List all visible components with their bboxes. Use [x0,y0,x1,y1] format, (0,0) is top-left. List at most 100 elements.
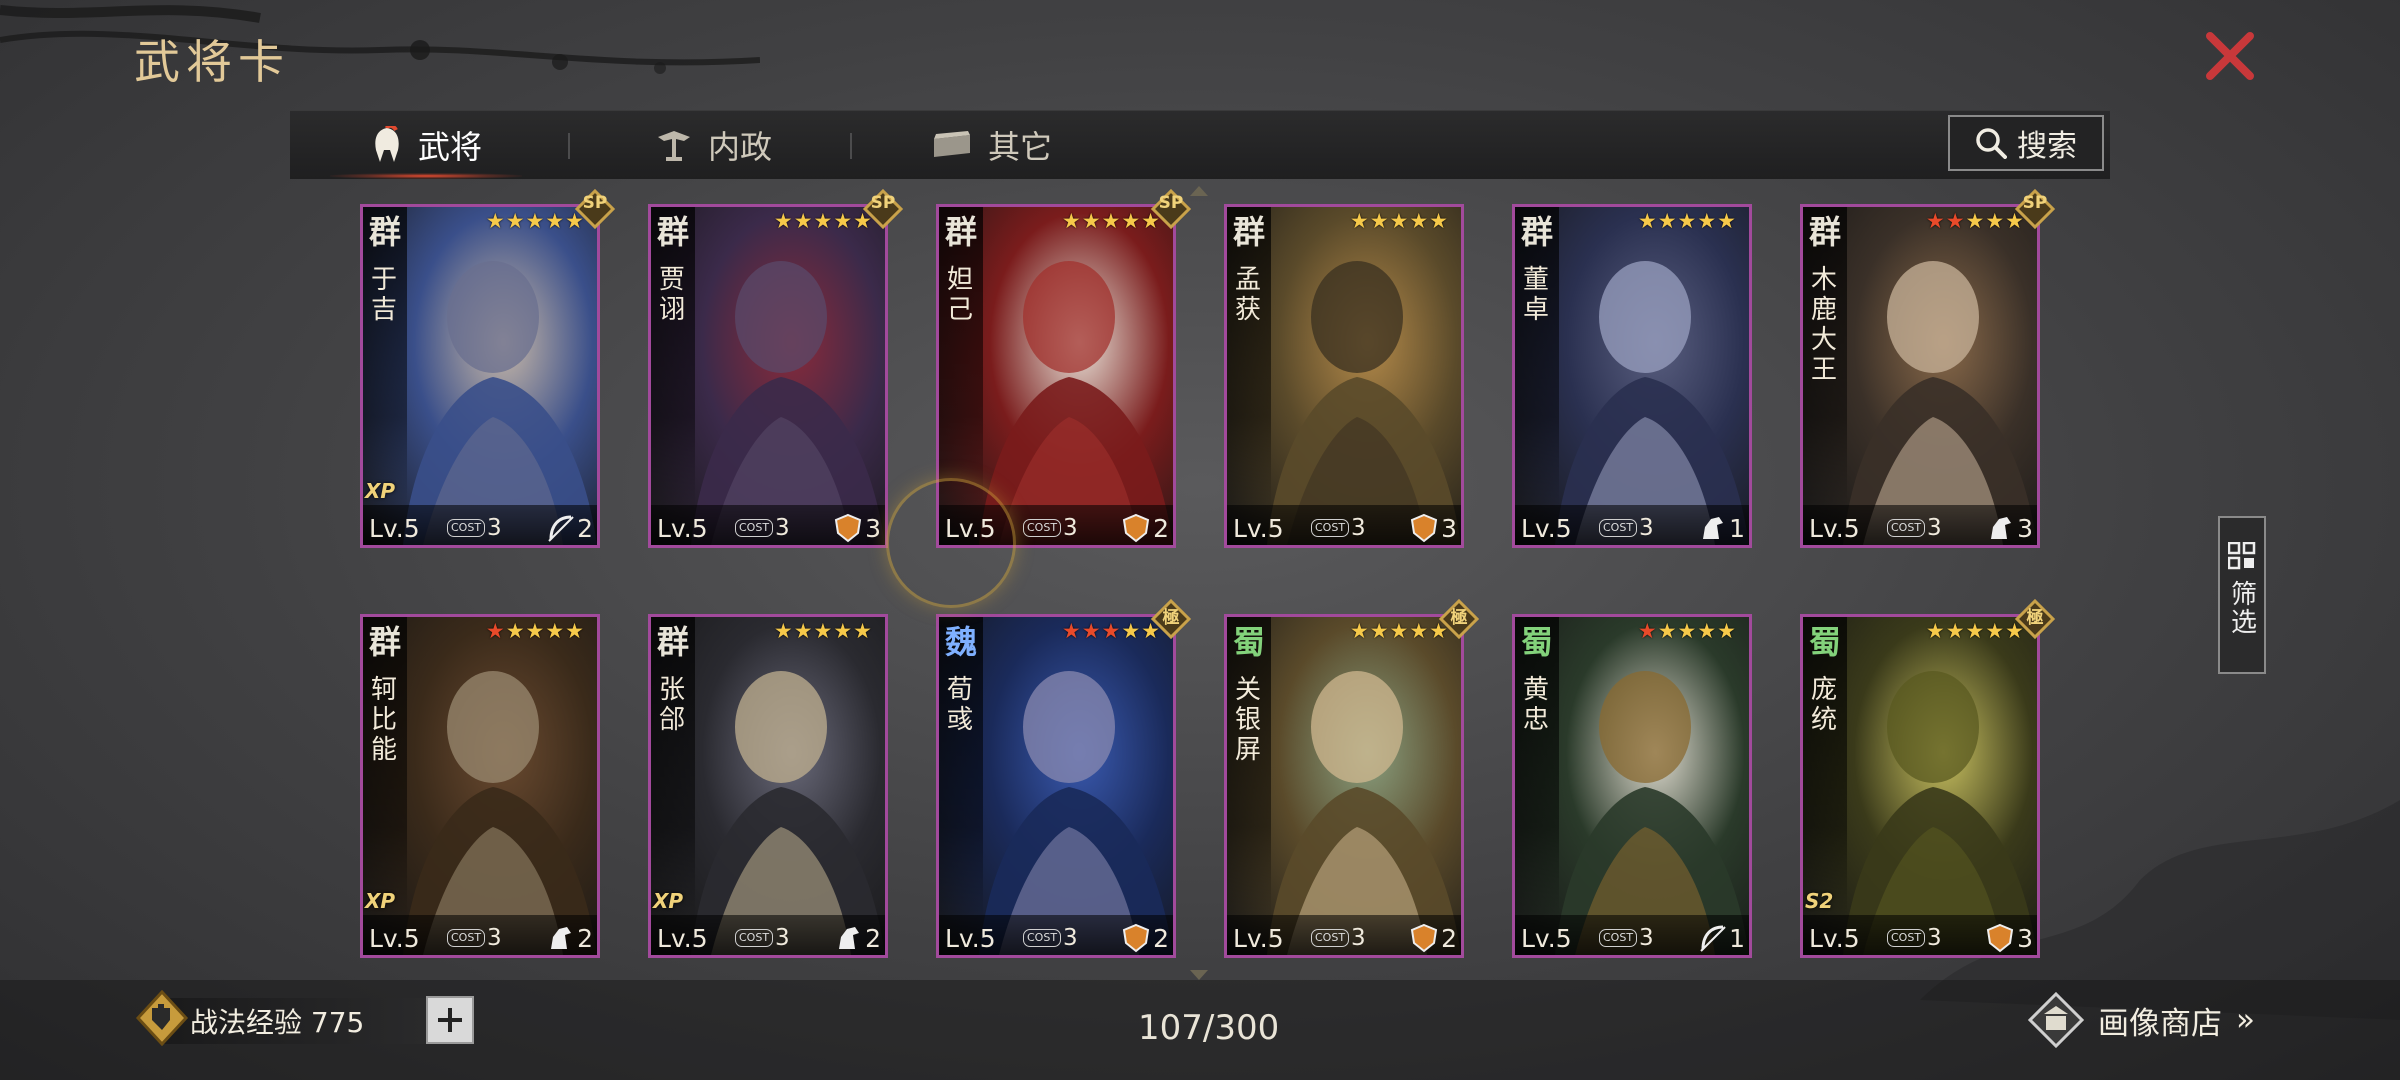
season-tag: XP [365,479,396,503]
general-card[interactable]: 群贾诩 ★★★★★ SP Lv.5 COST 3 3 [648,189,903,548]
star-icon: ★ [773,619,794,643]
star-rating: ★★★★★ [774,209,873,233]
corner-badge-label: 極 [1450,608,1468,628]
general-card[interactable]: 蜀庞统 ★★★★★ 極 S2 Lv.5 COST 3 3 [1800,599,2055,958]
general-card[interactable]: 群张郃 ★★★★★ XP Lv.5 COST 3 2 [648,614,888,958]
portrait-shop-button[interactable]: 画像商店 » [2028,992,2255,1048]
cost-value: 3 [1639,925,1654,951]
general-name: 妲己 [946,265,973,325]
general-name: 贾诩 [658,265,685,325]
search-icon [1976,128,2007,159]
general-name: 于吉 [370,265,397,325]
star-icon: ★ [1101,619,1122,643]
faction-label: 蜀 [1232,623,1265,661]
star-icon: ★ [1081,209,1102,233]
general-card[interactable]: 群董卓 ★★★★★ Lv.5 COST 3 1 [1512,204,1752,548]
tab-other[interactable]: 其它 [930,111,1052,179]
star-icon: ★ [565,619,585,643]
tab-divider [568,133,570,159]
star-icon: ★ [853,619,873,643]
star-icon: ★ [773,209,794,233]
star-icon: ★ [485,209,506,233]
filter-label: 筛选 [2226,580,2257,636]
unit-type: 1 [1697,923,1745,953]
horse-icon [1703,517,1724,539]
unit-count: 2 [865,924,881,953]
close-button[interactable] [2202,28,2258,84]
unit-type: 1 [1697,513,1745,543]
general-name: 关银屏 [1234,675,1261,765]
star-icon: ★ [545,619,566,643]
star-icon: ★ [1697,209,1718,233]
star-icon: ★ [833,619,854,643]
general-card[interactable]: 群木鹿大王 ★★★★★ SP Lv.5 COST 3 3 [1800,189,2055,548]
shop-label: 画像商店 [2098,1005,2222,1042]
star-icon: ★ [1369,619,1390,643]
faction-label: 群 [656,623,689,661]
unit-count: 2 [577,514,593,543]
general-level: Lv.5 [657,514,708,543]
helmet-icon [375,126,399,162]
unit-count: 2 [1441,924,1457,953]
star-icon: ★ [525,619,546,643]
general-level: Lv.5 [1809,924,1860,953]
general-card[interactable]: 群于吉 ★★★★★ SP XP Lv.5 COST 3 2 [360,189,615,548]
add-exp-button[interactable] [426,996,474,1044]
star-rating: ★★★★★ [1062,619,1161,643]
general-cost: COST 3 [1023,515,1078,541]
cost-label: COST [1023,929,1062,947]
general-card[interactable]: 群孟获 ★★★★★ Lv.5 COST 3 3 [1224,204,1464,548]
ornament-icon [658,131,690,161]
star-rating: ★★★★★ [1926,619,2025,643]
bow-icon [548,515,574,542]
star-icon: ★ [813,619,834,643]
cost-label: COST [735,929,774,947]
star-icon: ★ [1121,209,1142,233]
cost-label: COST [447,519,486,537]
bow-icon [1700,925,1726,952]
star-icon: ★ [505,209,526,233]
general-card[interactable]: 蜀关银屏 ★★★★★ 極 Lv.5 COST 3 2 [1224,599,1479,958]
shield-icon [1410,923,1438,953]
star-icon: ★ [1925,209,1946,233]
general-level: Lv.5 [657,924,708,953]
filter-button[interactable]: 筛选 [2218,516,2266,674]
tab-domestic[interactable]: 内政 [654,111,772,179]
cost-label: COST [1311,929,1350,947]
star-rating: ★★★★★ [1926,209,2025,233]
cost-label: COST [1887,519,1926,537]
general-name: 孟获 [1234,265,1261,325]
faction-label: 蜀 [1808,623,1841,661]
tab-bar: 武将 内政 其它 搜索 [290,110,2110,179]
star-icon: ★ [1409,209,1430,233]
faction-label: 群 [944,213,977,251]
general-card[interactable]: 群轲比能 ★★★★★ XP Lv.5 COST 3 2 [360,614,600,958]
search-button[interactable]: 搜索 [1948,115,2104,171]
unit-count: 1 [1729,924,1745,953]
unit-type: 3 [1409,513,1457,543]
general-cost: COST 3 [735,515,790,541]
star-rating: ★★★★★ [486,209,585,233]
cost-label: COST [447,929,486,947]
general-level: Lv.5 [1233,514,1284,543]
tab-label: 其它 [988,128,1053,166]
cost-value: 3 [1351,925,1366,951]
general-level: Lv.5 [945,924,996,953]
general-card[interactable]: 魏荀彧 ★★★★★ 極 Lv.5 COST 3 2 [936,599,1191,958]
shield-icon [834,513,862,543]
tab-label: 武将 [418,128,483,166]
page-title: 武将卡 [134,35,290,89]
corner-badge-label: SP [582,193,608,213]
cost-label: COST [1023,519,1062,537]
star-icon: ★ [1349,619,1370,643]
cost-label: COST [1311,519,1350,537]
unit-count: 2 [1153,924,1169,953]
faction-label: 魏 [944,623,977,661]
general-name: 荀彧 [946,675,973,735]
shield-icon [1122,513,1150,543]
cost-value: 3 [487,925,502,951]
tab-generals[interactable]: 武将 [330,111,523,179]
general-card[interactable]: 蜀黄忠 ★★★★★ Lv.5 COST 3 1 [1512,614,1752,958]
card-count: 107/300 [1138,1008,1280,1048]
faction-label: 群 [656,213,689,251]
